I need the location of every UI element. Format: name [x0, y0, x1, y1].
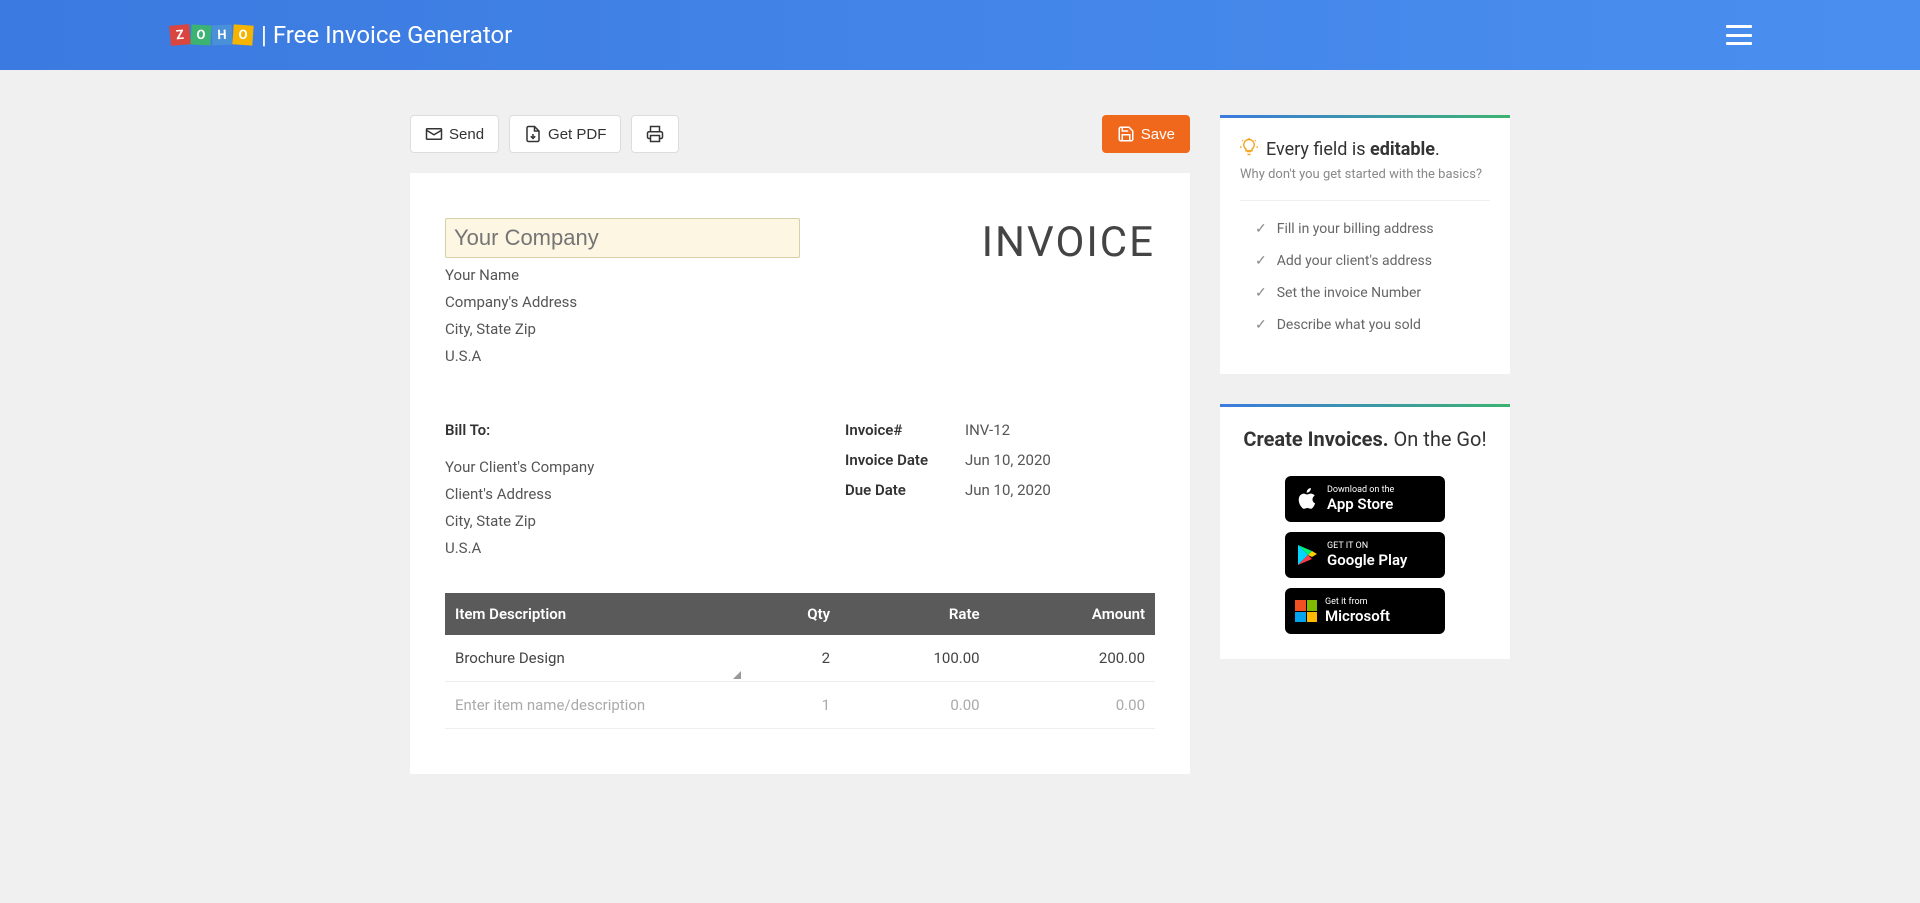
- due-date-field[interactable]: Jun 10, 2020: [965, 481, 1051, 499]
- save-button[interactable]: Save: [1102, 115, 1190, 153]
- items-table: Item Description Qty Rate Amount Brochur…: [445, 593, 1155, 729]
- get-pdf-button[interactable]: Get PDF: [509, 115, 621, 153]
- invoice-meta: Invoice#INV-12 Invoice DateJun 10, 2020 …: [845, 421, 1155, 558]
- apps-panel: Create Invoices. On the Go! Download on …: [1220, 404, 1510, 659]
- google-play-icon: [1295, 543, 1319, 567]
- header-left: ZOHO | Free Invoice Generator: [170, 21, 512, 49]
- city-state-zip-field[interactable]: City, State Zip: [445, 319, 800, 339]
- tips-panel: Every field is editable. Why don't you g…: [1220, 115, 1510, 374]
- apps-title: Create Invoices. On the Go!: [1240, 427, 1490, 451]
- print-icon: [646, 125, 664, 143]
- header-title: | Free Invoice Generator: [261, 21, 512, 49]
- invoice-num-label: Invoice#: [845, 421, 965, 439]
- mail-icon: [425, 125, 443, 143]
- table-row: Brochure Design 2 100.00 200.00: [445, 635, 1155, 682]
- save-icon: [1117, 125, 1135, 143]
- tips-subtitle: Why don't you get started with the basic…: [1240, 167, 1490, 201]
- item-rate-placeholder[interactable]: 0.00: [840, 682, 990, 729]
- tips-title: Every field is editable.: [1240, 138, 1490, 161]
- apple-icon: [1295, 487, 1319, 511]
- item-qty-placeholder[interactable]: 1: [743, 682, 840, 729]
- col-qty: Qty: [743, 593, 840, 635]
- item-amount-placeholder: 0.00: [990, 682, 1155, 729]
- bulb-icon: [1240, 138, 1258, 161]
- menu-icon[interactable]: [1726, 25, 1752, 45]
- company-block: Your Name Company's Address City, State …: [445, 218, 800, 366]
- send-button[interactable]: Send: [410, 115, 499, 153]
- invoice-num-field[interactable]: INV-12: [965, 421, 1010, 439]
- pdf-icon: [524, 125, 542, 143]
- print-button[interactable]: [631, 115, 679, 153]
- zoho-logo: ZOHO: [170, 25, 253, 45]
- app-store-badge[interactable]: Download on theApp Store: [1285, 476, 1445, 522]
- country-field[interactable]: U.S.A: [445, 346, 800, 366]
- item-amount-cell: 200.00: [990, 635, 1155, 682]
- checklist-item: Add your client's address: [1255, 253, 1490, 269]
- item-qty-cell[interactable]: 2: [743, 635, 840, 682]
- invoice-date-field[interactable]: Jun 10, 2020: [965, 451, 1051, 469]
- item-rate-cell[interactable]: 100.00: [840, 635, 990, 682]
- your-name-field[interactable]: Your Name: [445, 265, 800, 285]
- table-row-empty: Enter item name/description 1 0.00 0.00: [445, 682, 1155, 729]
- item-desc-cell[interactable]: Brochure Design: [445, 635, 743, 682]
- client-country-field[interactable]: U.S.A: [445, 538, 815, 558]
- checklist: Fill in your billing address Add your cl…: [1240, 221, 1490, 333]
- checklist-item: Describe what you sold: [1255, 317, 1490, 333]
- invoice-date-label: Invoice Date: [845, 451, 965, 469]
- client-address-field[interactable]: Client's Address: [445, 484, 815, 504]
- bill-to-section: Bill To: Your Client's Company Client's …: [445, 421, 815, 558]
- client-city-field[interactable]: City, State Zip: [445, 511, 815, 531]
- bill-to-label: Bill To:: [445, 421, 815, 439]
- checklist-item: Set the invoice Number: [1255, 285, 1490, 301]
- due-date-label: Due Date: [845, 481, 965, 499]
- toolbar: Send Get PDF Save: [410, 115, 1190, 153]
- microsoft-icon: [1295, 600, 1317, 622]
- microsoft-store-badge[interactable]: Get it fromMicrosoft: [1285, 588, 1445, 634]
- company-address-field[interactable]: Company's Address: [445, 292, 800, 312]
- checklist-item: Fill in your billing address: [1255, 221, 1490, 237]
- col-amount: Amount: [990, 593, 1155, 635]
- col-desc: Item Description: [445, 593, 743, 635]
- resize-handle-icon[interactable]: [729, 667, 741, 679]
- invoice-title: INVOICE: [982, 218, 1155, 366]
- invoice-card: Your Name Company's Address City, State …: [410, 173, 1190, 774]
- col-rate: Rate: [840, 593, 990, 635]
- app-header: ZOHO | Free Invoice Generator: [0, 0, 1920, 70]
- google-play-badge[interactable]: GET IT ONGoogle Play: [1285, 532, 1445, 578]
- item-desc-placeholder[interactable]: Enter item name/description: [445, 682, 743, 729]
- client-company-field[interactable]: Your Client's Company: [445, 457, 815, 477]
- company-name-input[interactable]: [445, 218, 800, 258]
